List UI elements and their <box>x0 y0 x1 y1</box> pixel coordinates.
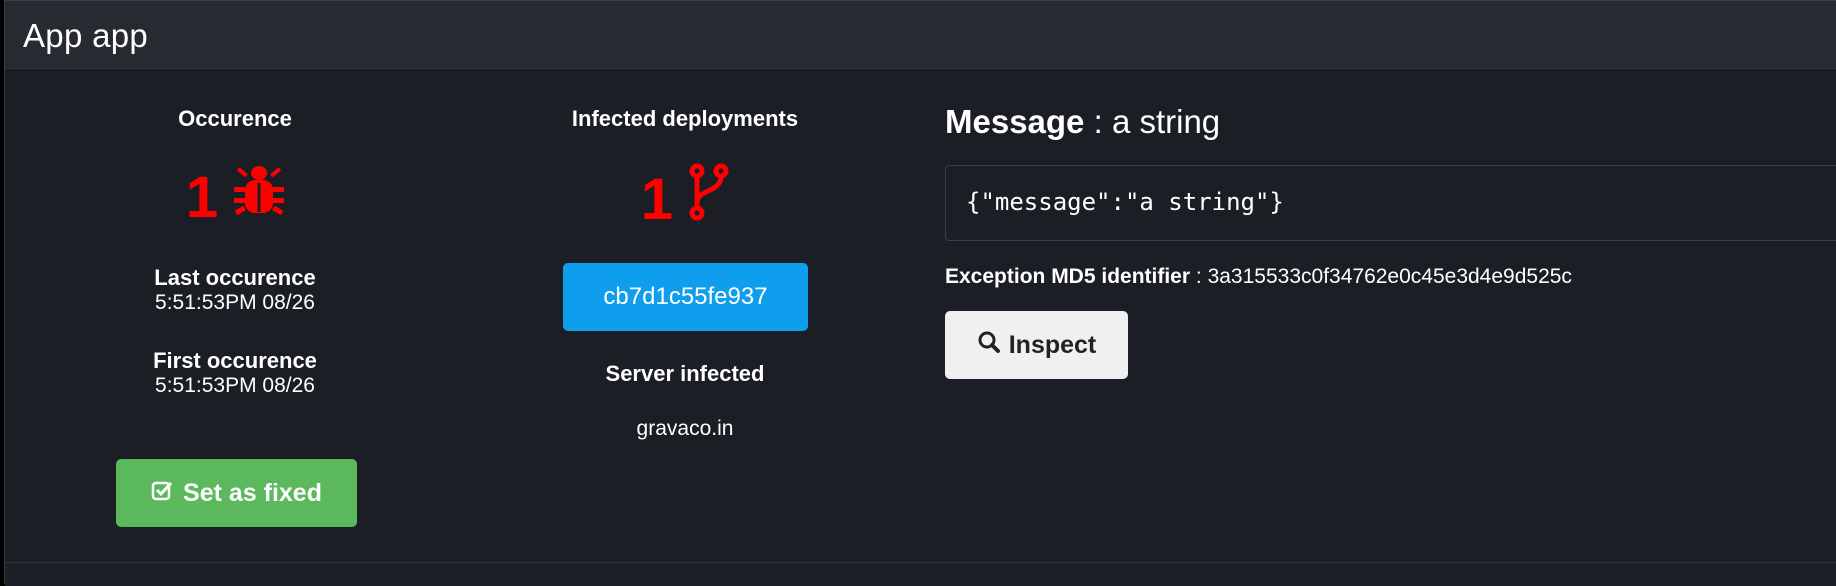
last-occurrence-label: Last occurence <box>154 265 316 290</box>
first-occurrence-label: First occurence <box>153 348 317 373</box>
message-value: a string <box>1111 103 1221 140</box>
search-icon <box>977 330 1001 361</box>
deployments-column: Infected deployments <box>535 106 835 132</box>
occurrence-count-block: 1 <box>115 163 355 231</box>
message-json-box: {"message":"a string"} <box>945 165 1836 241</box>
deployments-count-block: 1 <box>535 163 835 235</box>
occurrence-column: Occurence <box>115 106 355 132</box>
md5-separator: : <box>1195 265 1202 288</box>
inspect-label: Inspect <box>1008 330 1097 359</box>
message-label: Message <box>945 103 1085 140</box>
server-infected-label: Server infected <box>605 361 765 386</box>
md5-value: 3a315533c0f34762e0c45e3d4e9d525c <box>1207 265 1572 288</box>
md5-identifier: Exception MD5 identifier : 3a315533c0f34… <box>945 265 1572 289</box>
set-as-fixed-label: Set as fixed <box>183 478 322 507</box>
error-panel: App app Occurence 1 Last occurence 5:51:… <box>4 0 1836 586</box>
occurrence-count: 1 <box>185 164 219 230</box>
message-separator: : <box>1093 103 1103 140</box>
server-infected-value-wrap: gravaco.in <box>535 417 835 441</box>
inspect-button[interactable]: Inspect <box>945 311 1128 379</box>
occurrence-heading: Occurence <box>178 106 292 131</box>
first-occurrence-value: 5:51:53PM 08/26 <box>155 374 315 397</box>
message-title: Message : a string <box>945 103 1220 141</box>
deployments-heading: Infected deployments <box>571 106 799 131</box>
commit-hash-button[interactable]: cb7d1c55fe937 <box>563 263 808 331</box>
bug-icon <box>234 163 285 231</box>
code-fork-icon <box>689 163 729 235</box>
last-occurrence-value: 5:51:53PM 08/26 <box>155 291 315 314</box>
last-occurrence: Last occurence 5:51:53PM 08/26 <box>115 265 355 315</box>
panel-footer <box>5 562 1836 586</box>
app-title: App app <box>23 17 149 54</box>
server-infected-value: gravaco.in <box>636 417 734 440</box>
deployments-count: 1 <box>640 166 674 232</box>
panel-header: App app <box>5 1 1836 71</box>
set-as-fixed-button[interactable]: Set as fixed <box>116 459 357 527</box>
md5-label: Exception MD5 identifier <box>945 265 1191 288</box>
check-square-icon <box>151 479 173 508</box>
server-infected: Server infected <box>535 361 835 387</box>
first-occurrence: First occurence 5:51:53PM 08/26 <box>115 348 355 398</box>
